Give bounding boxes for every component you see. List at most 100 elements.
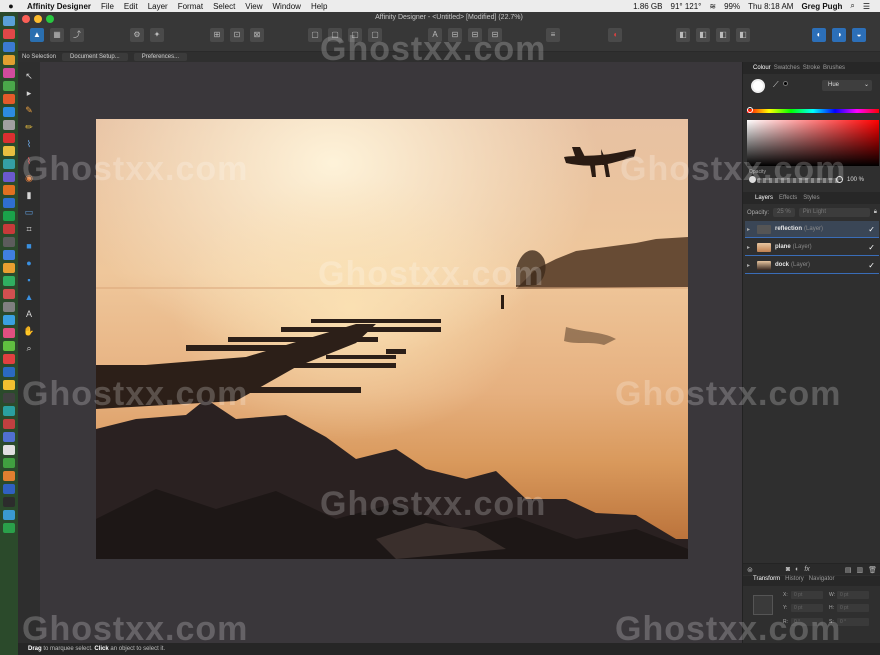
expand-arrow-icon[interactable]: ▸: [747, 226, 753, 233]
opacity-end-knob[interactable]: [836, 176, 843, 183]
dock-app-icon[interactable]: [3, 263, 15, 273]
arrange-back-icon[interactable]: ▢: [308, 28, 322, 42]
dock-app-icon[interactable]: [3, 406, 15, 416]
menu-format[interactable]: Format: [173, 2, 208, 11]
menu-window[interactable]: Window: [268, 2, 306, 11]
field-s[interactable]: 0 °: [837, 618, 869, 626]
export-persona-icon[interactable]: ⤴: [70, 28, 84, 42]
color-mode-select[interactable]: Hue ⌄: [822, 80, 872, 91]
delete-layer-icon[interactable]: 🗑︎: [868, 566, 880, 574]
dock-app-icon[interactable]: [3, 81, 15, 91]
rectangle-tool-icon[interactable]: ■: [23, 240, 35, 252]
menu-select[interactable]: Select: [208, 2, 240, 11]
dock-app-icon[interactable]: [3, 328, 15, 338]
menu-view[interactable]: View: [240, 2, 267, 11]
dock-app-icon[interactable]: [3, 120, 15, 130]
wifi-icon[interactable]: ≋: [705, 2, 720, 11]
designer-persona-icon[interactable]: ▲: [30, 28, 44, 42]
dock-app-icon[interactable]: [3, 302, 15, 312]
flip-icon[interactable]: ≡: [546, 28, 560, 42]
align-right-icon[interactable]: ⊟: [488, 28, 502, 42]
artboard-image[interactable]: [96, 119, 688, 559]
intersect-icon[interactable]: ◧: [716, 28, 730, 42]
dock-app-icon[interactable]: [3, 224, 15, 234]
divide-icon[interactable]: ◧: [736, 28, 750, 42]
tab-colour[interactable]: Colour: [753, 65, 771, 71]
add-layer-icon[interactable]: ▤: [845, 566, 852, 574]
canvas-area[interactable]: [40, 62, 742, 643]
expand-arrow-icon[interactable]: ▸: [747, 262, 753, 269]
adjustment-icon[interactable]: ◐: [795, 566, 799, 573]
battery-readout[interactable]: 99%: [720, 2, 744, 11]
dock-app-icon[interactable]: [3, 419, 15, 429]
opacity-knob[interactable]: [749, 176, 756, 183]
dock-app-icon[interactable]: [3, 510, 15, 520]
fx-icon[interactable]: fx: [804, 566, 809, 573]
dock-app-icon[interactable]: [3, 315, 15, 325]
move-tool-icon[interactable]: ↖: [23, 70, 35, 82]
expand-arrow-icon[interactable]: ▸: [747, 244, 753, 251]
pixel-persona-icon[interactable]: ▦: [50, 28, 64, 42]
align-icon[interactable]: Α: [428, 28, 442, 42]
opacity-value[interactable]: 100 %: [847, 177, 864, 183]
document-setup-button[interactable]: Document Setup...: [62, 53, 128, 61]
dock-app-icon[interactable]: [3, 211, 15, 221]
brush-tool-icon[interactable]: ⌇: [23, 155, 35, 167]
app-menu[interactable]: Affinity Designer: [22, 2, 96, 11]
visibility-check-icon[interactable]: ✓: [868, 261, 875, 270]
field-r[interactable]: 0 °: [791, 618, 823, 626]
vector-brush-tool-icon[interactable]: ⌇: [23, 138, 35, 150]
tab-effects[interactable]: Effects: [779, 195, 797, 201]
align-left-icon[interactable]: ⊟: [448, 28, 462, 42]
dock-app-icon[interactable]: [3, 172, 15, 182]
visibility-check-icon[interactable]: ✓: [868, 243, 875, 252]
dock-app-icon[interactable]: [3, 250, 15, 260]
menu-edit[interactable]: Edit: [119, 2, 143, 11]
menu-file[interactable]: File: [96, 2, 119, 11]
align-center-icon[interactable]: ⊟: [468, 28, 482, 42]
hand-tool-icon[interactable]: ✋: [23, 325, 35, 337]
text-tool-icon[interactable]: A: [23, 308, 35, 320]
dock-app-icon[interactable]: [3, 146, 15, 156]
layer-stack-icon[interactable]: ⊜: [747, 566, 753, 574]
rounded-rect-tool-icon[interactable]: ▪: [23, 274, 35, 286]
place-image-icon[interactable]: ▭: [23, 206, 35, 218]
blend-mode-select[interactable]: Pin Light: [798, 208, 870, 217]
saturation-value-picker[interactable]: [747, 120, 879, 166]
add-icon[interactable]: ◧: [676, 28, 690, 42]
dock-app-icon[interactable]: [3, 94, 15, 104]
tab-swatches[interactable]: Swatches: [774, 65, 800, 71]
layer-opacity-field[interactable]: 25 %: [773, 208, 795, 217]
pen-tool-icon[interactable]: ✎: [23, 104, 35, 116]
dock-app-icon[interactable]: [3, 380, 15, 390]
dock-app-icon[interactable]: [3, 16, 15, 26]
anchor-grid-icon[interactable]: [753, 595, 773, 615]
dock-app-icon[interactable]: [3, 497, 15, 507]
snap-icon[interactable]: ⊞: [210, 28, 224, 42]
tab-history[interactable]: History: [785, 576, 804, 586]
field-h[interactable]: 0 pt: [837, 604, 869, 612]
preferences-button[interactable]: Preferences...: [133, 53, 188, 61]
add-pixel-layer-icon[interactable]: ▥: [856, 566, 863, 574]
document-icon[interactable]: ⚙: [130, 28, 144, 42]
pencil-tool-icon[interactable]: ✏: [23, 121, 35, 133]
eyedropper-icon[interactable]: ⟋: [773, 80, 779, 90]
zoom-tool-icon[interactable]: ⌕: [23, 342, 35, 354]
dock-app-icon[interactable]: [3, 523, 15, 533]
fill-stroke-swatch[interactable]: [751, 79, 765, 93]
subtract-icon[interactable]: ◧: [696, 28, 710, 42]
snap-grid-icon[interactable]: ⊡: [230, 28, 244, 42]
dock-app-icon[interactable]: [3, 354, 15, 364]
node-tool-icon[interactable]: ▸: [23, 87, 35, 99]
help-icon[interactable]: ◒: [852, 28, 866, 42]
notification-icon[interactable]: ☰: [859, 2, 874, 11]
dock-app-icon[interactable]: [3, 484, 15, 494]
snap-options-icon[interactable]: ⊠: [250, 28, 264, 42]
menu-layer[interactable]: Layer: [143, 2, 173, 11]
tab-layers[interactable]: Layers: [755, 195, 773, 201]
dock-app-icon[interactable]: [3, 107, 15, 117]
visibility-check-icon[interactable]: ✓: [868, 225, 875, 234]
opacity-slider[interactable]: [757, 178, 839, 183]
dock-app-icon[interactable]: [3, 159, 15, 169]
swap-colors-icon[interactable]: [783, 81, 788, 86]
